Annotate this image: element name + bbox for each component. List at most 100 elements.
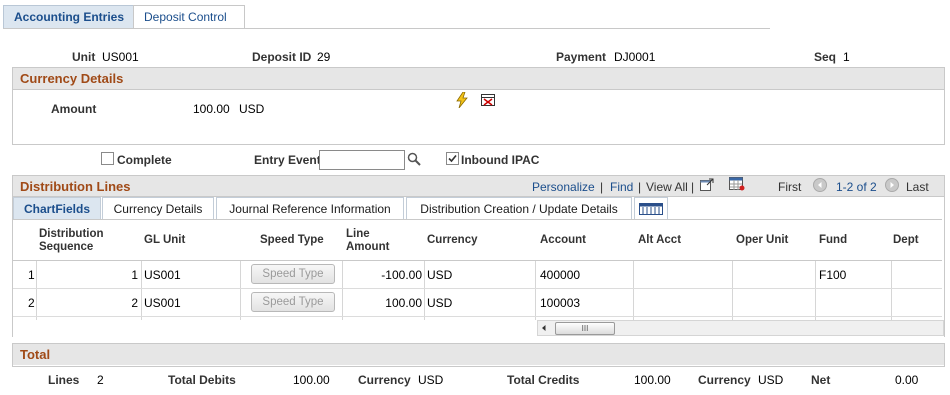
next-arrow-icon[interactable]	[885, 178, 899, 192]
tab-deposit-control[interactable]: Deposit Control	[133, 5, 245, 28]
currency-cell: USD	[427, 296, 453, 310]
col-header-dept[interactable]: Dept	[893, 234, 919, 247]
search-icon[interactable]	[407, 152, 421, 166]
gl-unit-cell: US001	[144, 296, 181, 310]
inbound-ipac-checkbox[interactable]	[446, 152, 459, 165]
unit-label: Unit	[72, 50, 96, 64]
total-debits-label: Total Debits	[168, 373, 236, 387]
show-all-columns-icon	[639, 203, 663, 215]
first-link[interactable]: First	[778, 180, 801, 194]
previous-arrow-icon[interactable]	[813, 178, 827, 192]
line-amount-cell: -100.00	[381, 268, 422, 282]
currency-cell: USD	[427, 268, 453, 282]
separator: |	[600, 180, 604, 194]
amount-label: Amount	[51, 102, 97, 116]
currency-value: USD	[758, 373, 784, 387]
show-all-columns-tab[interactable]	[634, 197, 668, 220]
col-header-distribution-sequence[interactable]: Distribution Sequence	[39, 228, 129, 254]
row-range: 1-2 of 2	[836, 180, 877, 194]
tab-journal-reference[interactable]: Journal Reference Information	[216, 197, 404, 220]
lines-label: Lines	[48, 373, 80, 387]
last-link[interactable]: Last	[906, 180, 929, 194]
total-section: Total	[12, 343, 945, 367]
currency-label: Currency	[698, 373, 751, 387]
currency-value: USD	[418, 373, 444, 387]
distribution-grid: Distribution Sequence GL Unit Speed Type…	[13, 219, 942, 320]
seq-value: 1	[843, 50, 850, 64]
section-title: Total	[20, 347, 51, 362]
total-debits-value: 100.00	[293, 373, 330, 387]
col-header-account[interactable]: Account	[540, 234, 586, 247]
horizontal-scrollbar[interactable]: III	[537, 320, 944, 336]
col-header-line-amount[interactable]: Line Amount	[346, 228, 396, 254]
col-header-gl-unit[interactable]: GL Unit	[144, 234, 185, 247]
amount-currency: USD	[239, 102, 265, 116]
table-row: 1 1 US001 Speed Type -100.00 USD 400000 …	[13, 261, 942, 289]
tab-currency-details[interactable]: Currency Details	[102, 197, 214, 220]
lightning-icon[interactable]	[455, 91, 469, 109]
find-link[interactable]: Find	[610, 180, 633, 194]
personalize-link[interactable]: Personalize	[532, 180, 595, 194]
distribution-sequence-cell: 1	[131, 268, 138, 282]
tab-label: ChartFields	[23, 202, 90, 216]
payment-value: DJ0001	[614, 50, 656, 64]
col-header-speed-type[interactable]: Speed Type	[260, 234, 324, 247]
seq-label: Seq	[814, 50, 837, 64]
deposit-id-value: 29	[317, 50, 331, 64]
section-title: Distribution Lines	[20, 179, 131, 194]
section-title: Currency Details	[20, 71, 124, 86]
separator: |	[691, 180, 695, 194]
net-value: 0.00	[895, 373, 919, 387]
speed-type-button[interactable]: Speed Type	[251, 264, 335, 284]
lines-value: 2	[97, 373, 104, 387]
tab-label: Journal Reference Information	[229, 202, 391, 216]
checkmark-icon	[448, 154, 457, 163]
payment-label: Payment	[556, 50, 607, 64]
gl-unit-cell: US001	[144, 268, 181, 282]
inbound-ipac-label: Inbound IPAC	[461, 153, 540, 167]
tab-label: Accounting Entries	[14, 10, 125, 24]
section-header: Distribution Lines	[13, 176, 944, 197]
fund-cell: F100	[819, 268, 847, 282]
distribution-sequence-cell: 2	[131, 296, 138, 310]
tab-label: Currency Details	[113, 202, 203, 216]
tab-accounting-entries[interactable]: Accounting Entries	[3, 5, 135, 28]
col-header-currency[interactable]: Currency	[427, 234, 478, 247]
complete-checkbox[interactable]	[101, 152, 114, 165]
scroll-thumb[interactable]: III	[555, 322, 615, 335]
tab-label: Distribution Creation / Update Details	[420, 202, 618, 216]
currency-label: Currency	[358, 373, 411, 387]
new-window-icon[interactable]	[700, 178, 714, 191]
amount-value: 100.00	[193, 102, 230, 116]
section-header: Total	[13, 344, 944, 365]
speed-type-button[interactable]: Speed Type	[251, 292, 335, 312]
tab-chartfields[interactable]: ChartFields	[13, 197, 101, 220]
row-number: 2	[28, 296, 35, 310]
deposit-id-label: Deposit ID	[252, 50, 312, 64]
tab-distribution-creation[interactable]: Distribution Creation / Update Details	[406, 197, 632, 220]
table-row: 2 2 US001 Speed Type 100.00 USD 100003	[13, 289, 942, 317]
col-header-fund[interactable]: Fund	[819, 234, 847, 247]
view-all-link[interactable]: View All	[646, 180, 688, 194]
total-credits-label: Total Credits	[507, 373, 580, 387]
scroll-left-arrow-icon[interactable]	[539, 321, 549, 335]
line-amount-cell: 100.00	[385, 296, 422, 310]
account-cell: 100003	[540, 296, 581, 310]
download-grid-icon[interactable]	[729, 177, 745, 191]
row-number: 1	[28, 268, 35, 282]
section-header: Currency Details	[13, 68, 944, 90]
col-header-alt-acct[interactable]: Alt Acct	[638, 234, 681, 247]
account-cell: 400000	[540, 268, 581, 282]
entry-event-label: Entry Event	[254, 153, 321, 167]
col-header-oper-unit[interactable]: Oper Unit	[736, 234, 788, 247]
total-credits-value: 100.00	[634, 373, 671, 387]
net-label: Net	[811, 373, 831, 387]
entry-event-input[interactable]	[319, 150, 405, 170]
delete-row-icon[interactable]	[481, 94, 495, 106]
grid-header: Distribution Sequence GL Unit Speed Type…	[13, 220, 942, 261]
complete-label: Complete	[117, 153, 172, 167]
unit-value: US001	[102, 50, 139, 64]
separator: |	[638, 180, 642, 194]
currency-details-section: Currency Details	[12, 67, 945, 145]
page-tab-bar: Accounting Entries Deposit Control	[3, 5, 770, 29]
